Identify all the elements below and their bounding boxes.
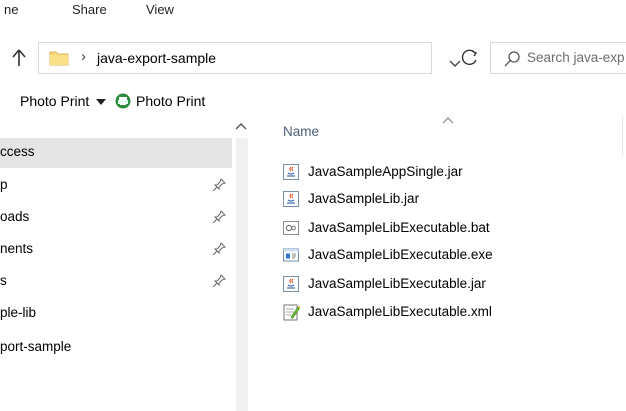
file-row[interactable]: JavaSampleLibExecutable.jar [278, 273, 618, 295]
nav-item-label: ccess [0, 144, 35, 159]
bat-file-icon [283, 221, 299, 235]
chevron-up-icon[interactable] [235, 122, 247, 130]
file-name: JavaSampleLib.jar [308, 191, 420, 206]
nav-item-sample-lib[interactable]: ple-lib [0, 299, 232, 329]
file-name: JavaSampleLibExecutable.xml [308, 304, 492, 319]
file-name: JavaSampleLibExecutable.jar [308, 276, 486, 291]
command-bar: Photo Print Photo Print [0, 88, 626, 114]
pin-icon[interactable] [212, 242, 226, 256]
file-row[interactable]: JavaSampleAppSingle.jar [278, 161, 618, 183]
file-row[interactable]: JavaSampleLibExecutable.exe [278, 244, 618, 266]
nav-item-desktop[interactable]: p [0, 171, 232, 201]
nav-item-downloads[interactable]: oads [0, 203, 232, 233]
nav-item-label: oads [0, 209, 30, 224]
navigation-pane: ccess p oads nents s ple-lib port-sample [0, 116, 232, 411]
jar-file-icon [283, 276, 299, 292]
address-bar[interactable]: › java-export-sample [38, 42, 461, 74]
nav-item-documents[interactable]: nents [0, 235, 232, 265]
file-name: JavaSampleLibExecutable.bat [308, 220, 490, 235]
nav-item-label: ple-lib [0, 305, 37, 320]
nav-item-label: p [0, 177, 8, 192]
nav-item-label: nents [0, 241, 34, 256]
photo-print-dropdown-button[interactable]: Photo Print [20, 93, 89, 109]
nav-item-label: s [0, 273, 7, 288]
file-name: JavaSampleAppSingle.jar [308, 164, 463, 179]
pin-icon[interactable] [212, 274, 226, 288]
photo-print-button[interactable]: Photo Print [136, 93, 205, 109]
tab-view[interactable]: View [146, 2, 174, 17]
nav-item-pictures[interactable]: s [0, 267, 232, 297]
jar-file-icon [283, 164, 299, 180]
breadcrumb-current-folder[interactable]: java-export-sample [97, 50, 216, 66]
photo-print-icon [115, 93, 131, 109]
file-list: Name JavaSampleAppSingle.jar JavaSampleL… [254, 116, 626, 411]
nav-item-export-sample[interactable]: port-sample [0, 333, 232, 363]
nav-scroll-thumb[interactable] [236, 138, 248, 411]
address-row: › java-export-sample Search java-exp [0, 36, 626, 82]
sort-ascending-icon [442, 117, 454, 124]
column-header-name[interactable]: Name [283, 124, 319, 139]
nav-item-quick-access[interactable]: ccess [0, 138, 232, 168]
file-row[interactable]: JavaSampleLib.jar [278, 188, 618, 210]
file-row[interactable]: JavaSampleLibExecutable.xml [278, 301, 618, 323]
file-name: JavaSampleLibExecutable.exe [308, 247, 493, 262]
up-arrow-icon[interactable] [10, 47, 28, 69]
search-input[interactable]: Search java-exp [490, 42, 626, 74]
dropdown-triangle-icon[interactable] [96, 99, 106, 105]
search-placeholder: Search java-exp [527, 50, 625, 65]
tab-share[interactable]: Share [72, 2, 107, 17]
tab-home[interactable]: ne [4, 2, 18, 17]
ribbon-tabs: ne Share View [0, 0, 626, 26]
refresh-icon[interactable] [453, 42, 487, 74]
jar-file-icon [283, 191, 299, 207]
pin-icon[interactable] [212, 178, 226, 192]
path-separator-icon: › [81, 48, 86, 65]
pin-icon[interactable] [212, 210, 226, 224]
xml-file-icon [283, 304, 300, 321]
exe-file-icon [283, 248, 299, 262]
nav-scrollbar[interactable] [232, 116, 252, 411]
nav-item-label: port-sample [0, 339, 72, 354]
search-icon [504, 51, 520, 67]
file-row[interactable]: JavaSampleLibExecutable.bat [278, 217, 618, 239]
column-divider[interactable] [622, 116, 623, 156]
folder-icon [49, 51, 69, 66]
